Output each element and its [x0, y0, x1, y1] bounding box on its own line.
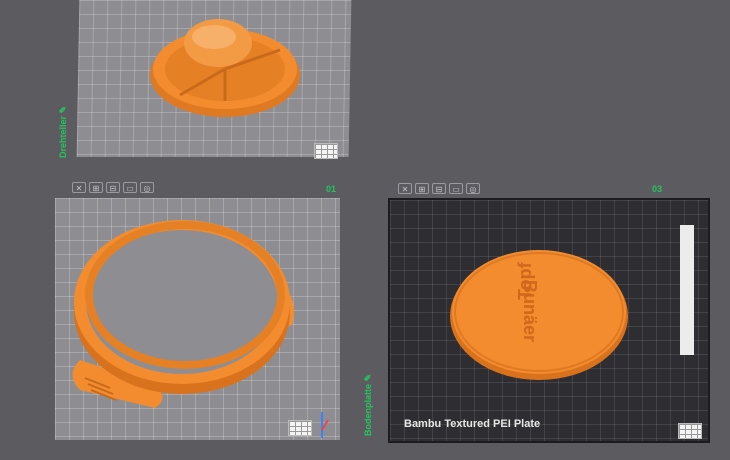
lid-text-line-2: Topf: [515, 262, 535, 300]
lock-icon[interactable]: ▭: [449, 183, 463, 194]
arrange-icon[interactable]: ⊞: [415, 183, 429, 194]
build-plate-type-label: Bambu Textured PEI Plate: [404, 418, 541, 430]
plate-toolbar: ✕ ⊞ ⊟ ▭ ◎: [72, 182, 154, 193]
edit-icon: ✎: [58, 105, 68, 114]
plate-number: 01: [326, 184, 337, 194]
settings-icon[interactable]: ◎: [466, 183, 480, 194]
settings-icon[interactable]: ◎: [140, 182, 154, 193]
plate-name-label[interactable]: Bodenplatte ✎: [363, 374, 374, 436]
plate-corner-button[interactable]: [288, 420, 312, 436]
model-ring[interactable]: [60, 200, 320, 420]
plate-name-label[interactable]: Drehteller ✎: [58, 106, 69, 158]
orient-icon[interactable]: ⊟: [106, 182, 120, 193]
remove-plate-icon[interactable]: ✕: [398, 183, 412, 194]
plate-number: 03: [652, 184, 663, 194]
plate-toolbar: ✕ ⊞ ⊟ ▭ ◎: [398, 183, 480, 194]
lock-icon[interactable]: ▭: [123, 182, 137, 193]
edit-icon: ✎: [363, 373, 373, 382]
remove-plate-icon[interactable]: ✕: [72, 182, 86, 193]
arrange-icon[interactable]: ⊞: [89, 182, 103, 193]
axis-gizmo: [321, 412, 329, 438]
model-turntable[interactable]: [140, 5, 340, 135]
plate-corner-button[interactable]: [314, 143, 338, 159]
model-lid[interactable]: [450, 250, 640, 380]
orient-icon[interactable]: ⊟: [432, 183, 446, 194]
plate-corner-button[interactable]: [678, 423, 702, 439]
plate-side-scale: [680, 225, 694, 355]
